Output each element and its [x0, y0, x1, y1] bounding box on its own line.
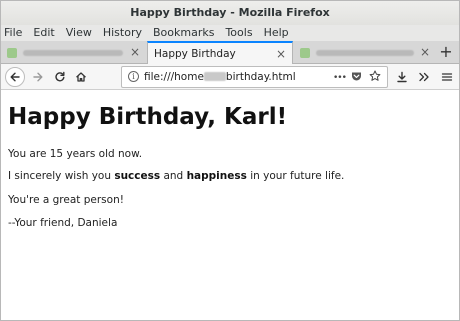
info-icon[interactable]: i: [128, 71, 139, 82]
url-bar[interactable]: i file:///home birthday.html •••: [121, 66, 388, 88]
tab-favicon-icon: [7, 47, 17, 58]
wish-paragraph: I sincerely wish you success and happine…: [8, 170, 344, 183]
url-suffix: birthday.html: [225, 71, 296, 83]
overflow-button[interactable]: [414, 67, 434, 87]
url-prefix: file:///home: [144, 71, 204, 83]
great-person-paragraph: You're a great person!: [8, 194, 124, 206]
menu-tools[interactable]: Tools: [225, 25, 252, 41]
reload-button[interactable]: [50, 67, 70, 87]
tab-title-redacted: [316, 49, 414, 56]
back-button[interactable]: [5, 67, 25, 87]
arrow-right-icon: [33, 72, 43, 82]
wish-text-middle: and: [160, 170, 187, 182]
wish-text-before: I sincerely wish you: [8, 170, 115, 182]
menu-bar: File Edit View History Bookmarks Tools H…: [1, 25, 459, 41]
tab-close-icon[interactable]: ×: [420, 45, 430, 59]
star-icon: [369, 70, 381, 81]
tab-active[interactable]: Happy Birthday ×: [147, 41, 293, 64]
home-icon: [76, 72, 86, 82]
pocket-button[interactable]: [351, 71, 362, 86]
arrow-left-icon: [10, 72, 20, 82]
menu-bookmarks[interactable]: Bookmarks: [153, 25, 214, 41]
menu-file[interactable]: File: [4, 25, 22, 41]
tab-inactive-left[interactable]: ×: [1, 42, 146, 63]
hamburger-icon: [441, 73, 453, 81]
forward-button[interactable]: [28, 67, 48, 87]
tab-title-redacted: [23, 49, 123, 56]
menu-edit[interactable]: Edit: [33, 25, 54, 41]
app-menu-button[interactable]: [437, 67, 457, 87]
signature-paragraph: --Your friend, Daniela: [8, 217, 118, 229]
browser-window: Happy Birthday - Mozilla Firefox File Ed…: [0, 0, 460, 321]
download-icon: [397, 71, 407, 83]
menu-help[interactable]: Help: [264, 25, 289, 41]
wish-text-after: in your future life.: [246, 170, 345, 182]
bookmark-star-button[interactable]: [369, 70, 381, 86]
menu-view[interactable]: View: [66, 25, 92, 41]
url-redacted: [203, 72, 226, 81]
chevron-double-right-icon: [419, 72, 429, 82]
tab-close-icon[interactable]: ×: [130, 45, 140, 59]
downloads-button[interactable]: [392, 67, 412, 87]
tab-favicon-icon: [300, 47, 310, 58]
window-title: Happy Birthday - Mozilla Firefox: [1, 1, 459, 25]
wish-bold-happiness: happiness: [186, 170, 247, 182]
home-button[interactable]: [71, 67, 91, 87]
tab-bar: × Happy Birthday × × +: [1, 41, 459, 64]
page-heading: Happy Birthday, Karl!: [8, 104, 288, 130]
new-tab-button[interactable]: +: [437, 42, 455, 62]
navigation-toolbar: i file:///home birthday.html •••: [1, 64, 459, 90]
wish-bold-success: success: [114, 170, 161, 182]
page-content: Happy Birthday, Karl! You are 15 years o…: [8, 103, 448, 229]
tab-active-title: Happy Birthday: [154, 47, 236, 60]
page-actions-button[interactable]: •••: [333, 71, 347, 85]
menu-history[interactable]: History: [103, 25, 142, 41]
url-field[interactable]: file:///home birthday.html: [144, 70, 296, 84]
reload-icon: [55, 71, 65, 82]
tab-close-icon[interactable]: ×: [276, 47, 286, 61]
pocket-icon: [352, 72, 361, 81]
age-paragraph: You are 15 years old now.: [8, 148, 143, 160]
tab-inactive-right[interactable]: ×: [294, 42, 436, 63]
